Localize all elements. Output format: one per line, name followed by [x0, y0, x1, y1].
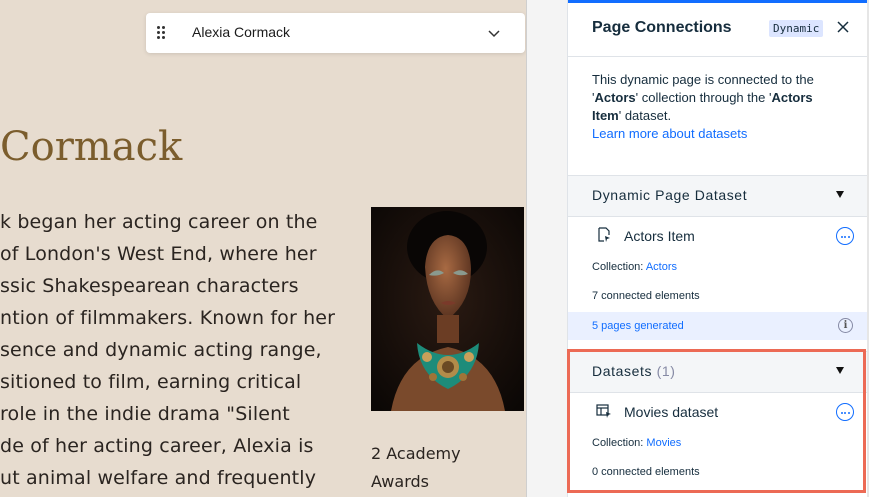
connection-info: This dynamic page is connected to the 'A…	[592, 71, 857, 143]
dataset-name: Movies dataset	[624, 404, 719, 420]
collection-label: Collection:	[592, 437, 644, 449]
more-icon[interactable]	[836, 403, 854, 421]
connected-elements-count: 0 connected elements	[592, 466, 700, 478]
more-icon[interactable]	[836, 227, 854, 245]
collapse-triangle-icon[interactable]	[836, 191, 844, 198]
page-connections-panel: Page Connections Dynamic This dynamic pa…	[567, 0, 868, 497]
dynamic-dataset-icon	[598, 227, 610, 242]
bio-line: role in the indie drama "Silent	[0, 403, 290, 425]
panel-title: Page Connections	[592, 19, 732, 36]
header-divider	[568, 56, 868, 57]
close-icon[interactable]	[836, 20, 850, 34]
item-selector-dropdown[interactable]: Alexia Cormack	[146, 13, 525, 53]
info-text: This dynamic page is connected to the	[592, 72, 814, 87]
selected-item-value: Alexia Cormack	[192, 24, 291, 40]
pages-generated-row[interactable]: 5 pages generated i	[568, 312, 868, 340]
bio-line: sence and dynamic acting range,	[0, 339, 322, 361]
bio-line: ntion of filmmakers. Known for her	[0, 307, 336, 329]
datasets-header[interactable]: Datasets (1)	[568, 351, 868, 393]
dataset-name: Item	[592, 108, 619, 123]
collection-info: Collection: Actors	[592, 261, 677, 273]
bio-line: sitioned to film, earning critical	[0, 371, 302, 393]
awards-line: Awards	[371, 472, 429, 491]
collection-name: Actors	[594, 90, 636, 105]
awards-text: 2 Academy Awards	[371, 440, 521, 496]
info-icon[interactable]: i	[838, 318, 853, 333]
collection-link[interactable]: Movies	[646, 437, 681, 449]
section-title-text: Datasets	[592, 363, 653, 379]
bio-line: ut animal welfare and frequently	[0, 467, 317, 489]
dynamic-page-dataset-header[interactable]: Dynamic Page Dataset	[568, 175, 868, 217]
bio-line: k began her acting career on the	[0, 211, 318, 233]
collection-info: Collection: Movies	[592, 437, 681, 449]
bio-line: of London's West End, where her	[0, 243, 317, 265]
panel-accent-bar	[568, 0, 868, 3]
connected-elements-count: 7 connected elements	[592, 290, 700, 302]
collection-link[interactable]: Actors	[646, 261, 677, 273]
section-title: Dynamic Page Dataset	[592, 187, 748, 203]
dynamic-badge: Dynamic	[769, 20, 824, 37]
actor-portrait-image	[371, 207, 524, 411]
actor-name-heading: Cormack	[0, 124, 183, 170]
awards-line: 2 Academy	[371, 444, 461, 463]
info-text: ' collection through the '	[635, 90, 772, 105]
dataset-name: Actors	[771, 90, 813, 105]
site-canvas: Alexia Cormack Cormack k began her actin…	[0, 0, 527, 497]
collapse-triangle-icon[interactable]	[836, 367, 844, 374]
section-title: Datasets (1)	[592, 363, 675, 379]
collection-label: Collection:	[592, 261, 644, 273]
learn-more-link[interactable]: Learn more about datasets	[592, 126, 747, 141]
pages-generated-text: 5 pages generated	[592, 320, 684, 332]
dataset-icon	[596, 404, 611, 418]
panel-gutter	[527, 0, 567, 497]
bio-line: de of her acting career, Alexia is	[0, 435, 314, 457]
dataset-name: Actors Item	[624, 228, 695, 244]
actor-bio-text: k began her acting career on the of Lond…	[0, 206, 345, 494]
dataset-count: (1)	[656, 363, 676, 379]
chevron-down-icon[interactable]	[487, 26, 501, 40]
drag-handle-icon[interactable]	[156, 24, 168, 42]
info-text: ' dataset.	[618, 108, 672, 123]
bio-line: ssic Shakespearean characters	[0, 275, 299, 297]
